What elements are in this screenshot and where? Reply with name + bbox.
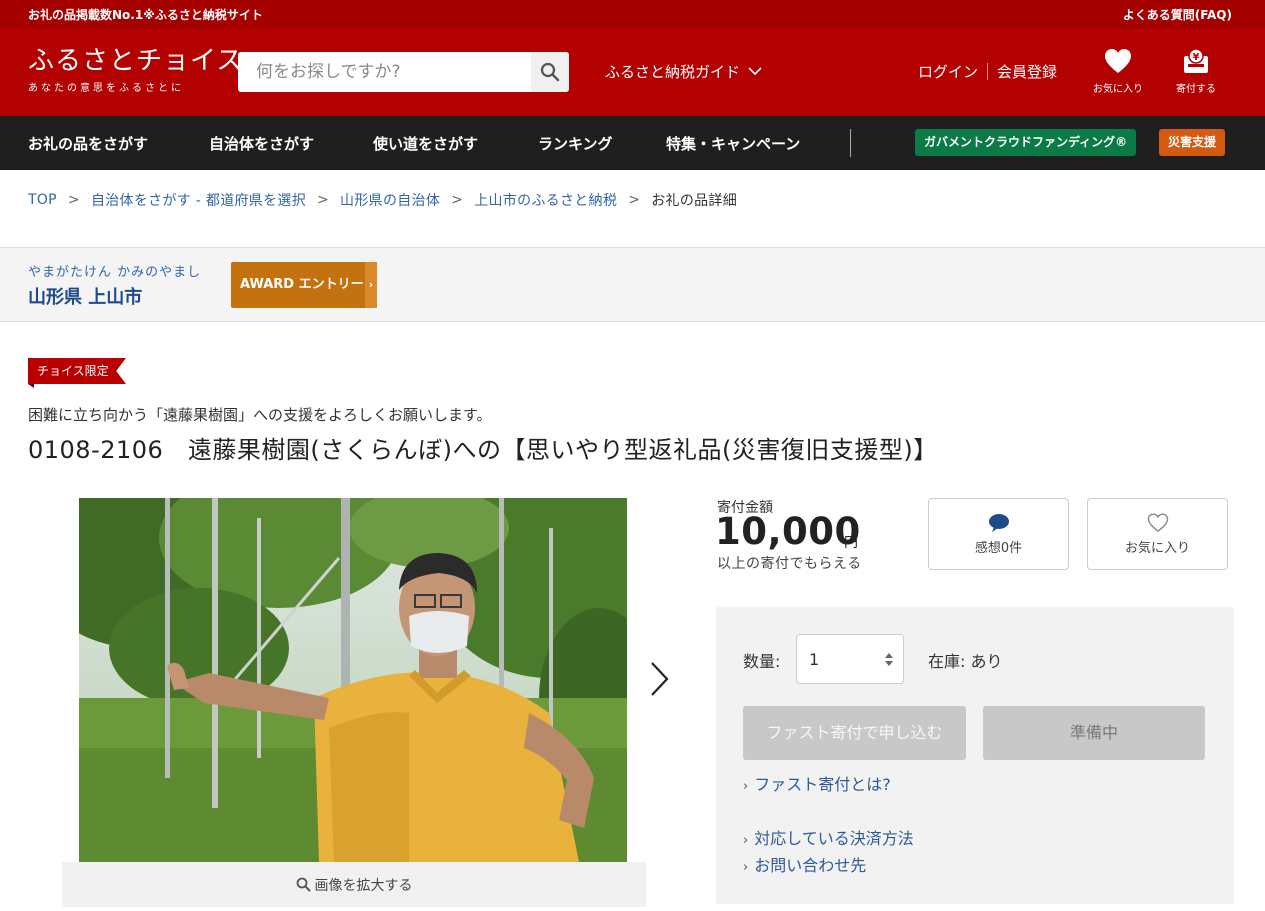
product-title: 0108-2106 遠藤果樹園(さくらんぼ)への【思いやり型返礼品(災害復旧支援…	[28, 436, 938, 464]
breadcrumb: TOP > 自治体をさがす - 都道府県を選択 > 山形県の自治体 > 上山市の…	[28, 190, 737, 210]
quantity-value: 1	[809, 650, 820, 669]
donation-note: 以上の寄付でもらえる	[717, 556, 862, 572]
spinner-arrows-icon	[885, 653, 893, 666]
chevron-right-icon	[651, 662, 669, 696]
breadcrumb-separator: >	[451, 192, 464, 208]
chevron-right-icon: ›	[743, 860, 749, 875]
site-tagline: お礼の品掲載数No.1※ふるさと納税サイト	[28, 8, 263, 22]
choice-limited-badge: チョイス限定	[28, 358, 126, 384]
breadcrumb-prefecture[interactable]: 自治体をさがす - 都道府県を選択	[91, 190, 306, 210]
preparing-button[interactable]: 準備中	[983, 706, 1205, 760]
svg-text:¥: ¥	[1193, 52, 1200, 63]
login-link[interactable]: ログイン	[918, 61, 978, 82]
thanks-comments-button[interactable]: 感想0件	[928, 498, 1069, 570]
fast-donate-info-link[interactable]: › ファスト寄付とは?	[743, 771, 891, 795]
municipality-name[interactable]: 山形県 上山市	[28, 283, 142, 309]
breadcrumb-separator: >	[317, 192, 330, 208]
municipality-kana: やまがたけん かみのやまし	[28, 265, 202, 280]
stock-status: 在庫: あり	[928, 652, 1003, 671]
chevron-right-icon: ›	[743, 779, 749, 794]
add-favorite-label: お気に入り	[1124, 541, 1190, 556]
faq-link[interactable]: よくある質問(FAQ)	[1123, 6, 1232, 23]
breadcrumb-separator: >	[67, 192, 80, 208]
search-input[interactable]	[238, 52, 530, 92]
thanks-count: 感想0件	[974, 541, 1023, 556]
speech-bubble-icon	[988, 514, 1009, 532]
donation-amount: 10,000	[715, 510, 861, 553]
breadcrumb-yamagata[interactable]: 山形県の自治体	[340, 190, 440, 210]
main-nav: お礼の品をさがす 自治体をさがす 使い道をさがす ランキング 特集・キャンペーン…	[0, 116, 1265, 170]
guide-label: ふるさと納税ガイド	[605, 63, 741, 81]
nav-item-campaigns[interactable]: 特集・キャンペーン	[666, 133, 800, 154]
next-image-button[interactable]	[648, 660, 670, 702]
guide-dropdown[interactable]: ふるさと納税ガイド	[605, 61, 762, 82]
disaster-support-button[interactable]: 災害支援	[1159, 129, 1226, 156]
divider	[987, 63, 989, 80]
quantity-label: 数量:	[743, 652, 781, 671]
logo-main-text: ふるさとチョイス	[28, 46, 244, 76]
orchard-farmer-photo	[79, 498, 627, 862]
search-button[interactable]	[531, 52, 569, 92]
payment-methods-label: 対応している決済方法	[754, 829, 914, 848]
contact-label: お問い合わせ先	[754, 856, 867, 875]
nav-item-gifts[interactable]: お礼の品をさがす	[28, 133, 148, 154]
search-icon	[540, 62, 560, 82]
heart-icon	[1105, 49, 1131, 73]
chevron-right-icon: ›	[365, 262, 377, 308]
account-links: ログイン 会員登録	[918, 61, 1057, 82]
breadcrumb-separator: >	[628, 192, 641, 208]
breadcrumb-kaminoyama[interactable]: 上山市のふるさと納税	[474, 190, 617, 210]
contact-link[interactable]: › お問い合わせ先	[743, 852, 866, 876]
nav-divider	[850, 129, 851, 157]
award-entry-label: AWARD エントリー	[240, 277, 364, 292]
gov-funding-button[interactable]: ガバメントクラウドファンディング®	[915, 129, 1137, 156]
product-subtitle: 困難に立ち向かう「遠藤果樹園」への支援をよろしくお願いします。	[28, 406, 492, 424]
favorites-button[interactable]: お気に入り	[1083, 48, 1153, 95]
site-header: ふるさとチョイス あなたの意思をふるさとに ふるさと納税ガイド ログイン 会員登…	[0, 28, 1265, 116]
nav-item-ranking[interactable]: ランキング	[538, 133, 613, 154]
logo-sub-text: あなたの意思をふるさとに	[28, 83, 184, 94]
chevron-right-icon: ›	[743, 833, 749, 848]
search-box	[238, 52, 569, 92]
award-entry-button[interactable]: AWARD エントリー ›	[231, 262, 377, 308]
nav-item-uses[interactable]: 使い道をさがす	[373, 133, 478, 154]
breadcrumb-current: お礼の品詳細	[651, 193, 738, 209]
payment-methods-link[interactable]: › 対応している決済方法	[743, 825, 914, 849]
top-bar: お礼の品掲載数No.1※ふるさと納税サイト よくある質問(FAQ)	[0, 0, 1265, 28]
nav-item-municipalities[interactable]: 自治体をさがす	[209, 133, 314, 154]
heart-outline-icon	[1147, 513, 1168, 532]
product-image[interactable]	[79, 498, 627, 862]
zoom-image-label: 画像を拡大する	[314, 877, 413, 894]
chevron-down-icon	[748, 67, 762, 76]
magnifier-icon	[296, 877, 311, 892]
fast-donate-button[interactable]: ファスト寄付で申し込む	[743, 706, 966, 760]
donate-box-icon: ¥	[1184, 48, 1208, 73]
donate-button[interactable]: ¥ 寄付する	[1161, 48, 1231, 95]
quantity-select[interactable]: 1	[796, 634, 904, 684]
breadcrumb-top[interactable]: TOP	[28, 192, 57, 208]
site-logo[interactable]: ふるさとチョイス あなたの意思をふるさとに	[28, 46, 243, 94]
municipality-strip: やまがたけん かみのやまし 山形県 上山市 AWARD エントリー ›	[0, 247, 1265, 322]
add-favorite-button[interactable]: お気に入り	[1087, 498, 1228, 570]
register-link[interactable]: 会員登録	[997, 61, 1057, 82]
zoom-image-button[interactable]: 画像を拡大する	[62, 862, 646, 907]
fast-donate-info-label: ファスト寄付とは?	[754, 775, 891, 794]
donate-label: 寄付する	[1176, 84, 1216, 95]
currency-unit: 円	[844, 535, 858, 551]
badge-fold	[28, 384, 34, 388]
favorites-label: お気に入り	[1093, 84, 1143, 95]
